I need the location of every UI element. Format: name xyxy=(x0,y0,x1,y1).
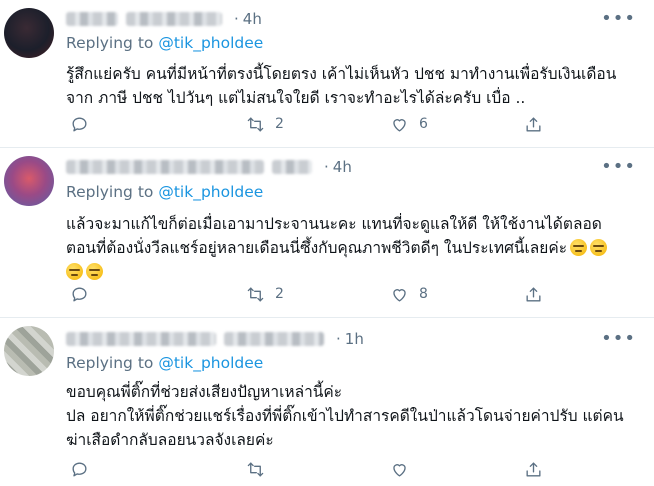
tweet[interactable]: · 4h ••• Replying to @tik_pholdee รู้สึก… xyxy=(0,0,654,148)
share-icon xyxy=(526,116,541,132)
heart-icon xyxy=(393,288,406,302)
tweet-text: แล้วจะมาแก้ไขก็ต่อเมื่อเอามาประจานนะคะ แ… xyxy=(66,212,636,284)
tweet-text-line: ปล อยากให้พี่ติ๊กช่วยแชร์เรื่องที่พี่ติ๊… xyxy=(66,407,624,425)
expressionless-face-icon xyxy=(66,263,83,280)
avatar[interactable] xyxy=(4,8,54,58)
timestamp[interactable]: 1h xyxy=(345,330,364,348)
more-icon[interactable]: ••• xyxy=(601,330,636,348)
retweet-icon xyxy=(247,461,264,477)
reply-handle-link[interactable]: @tik_pholdee xyxy=(158,354,263,372)
reply-icon xyxy=(72,116,87,132)
separator-dot: · xyxy=(234,10,239,28)
like-button[interactable]: 8 xyxy=(390,285,428,304)
tweet-header: · 4h xyxy=(66,156,352,178)
retweet-button[interactable] xyxy=(246,460,275,479)
like-button[interactable] xyxy=(390,460,419,479)
like-button[interactable]: 6 xyxy=(390,115,428,134)
expressionless-face-icon xyxy=(86,263,103,280)
retweet-count: 2 xyxy=(275,286,284,302)
retweet-button[interactable]: 2 xyxy=(246,285,284,304)
username[interactable] xyxy=(224,332,324,346)
retweet-count: 2 xyxy=(275,116,284,132)
reply-handle-link[interactable]: @tik_pholdee xyxy=(158,183,263,201)
share-icon xyxy=(526,461,541,477)
share-button[interactable] xyxy=(524,460,543,479)
display-name[interactable] xyxy=(66,12,118,26)
reply-button[interactable] xyxy=(70,285,89,304)
heart-icon xyxy=(393,463,406,477)
heart-icon xyxy=(393,118,406,132)
tweet-text-line: ขอบคุณพี่ติ๊กที่ช่วยส่งเสียงปัญหาเหล่านี… xyxy=(66,383,343,401)
replying-to-label: Replying to xyxy=(66,183,154,201)
reply-icon xyxy=(72,461,87,477)
like-count: 8 xyxy=(419,286,428,302)
avatar[interactable] xyxy=(4,326,54,376)
tweet-text: รู้สึกแย่ครับ คนที่มีหน้าที่ตรงนี้โดยตรง… xyxy=(66,62,636,110)
tweet-text-line: จาก ภาษี ปชช ไปวันๆ แต่ไม่สนใจใยดี เราจะ… xyxy=(66,89,526,107)
timestamp[interactable]: 4h xyxy=(243,10,262,28)
expressionless-face-icon xyxy=(570,239,588,256)
tweet-header: · 1h xyxy=(66,328,364,350)
replying-to-label: Replying to xyxy=(66,354,154,372)
more-icon[interactable]: ••• xyxy=(601,158,636,176)
tweet-text-line: ฆ่าเสือดำกลับลอยนวลจังเลยค่ะ xyxy=(66,431,274,449)
separator-dot: · xyxy=(336,330,341,348)
replying-to: Replying to @tik_pholdee xyxy=(66,183,263,201)
share-icon xyxy=(526,286,541,302)
tweet-text: ขอบคุณพี่ติ๊กที่ช่วยส่งเสียงปัญหาเหล่านี… xyxy=(66,380,636,452)
retweet-icon xyxy=(247,116,264,132)
share-button[interactable] xyxy=(524,115,543,134)
replying-to: Replying to @tik_pholdee xyxy=(66,34,263,52)
separator-dot: · xyxy=(324,158,329,176)
tweet-text-line: แล้วจะมาแก้ไขก็ต่อเมื่อเอามาประจานนะคะ แ… xyxy=(66,215,602,233)
tweet-text-line: รู้สึกแย่ครับ คนที่มีหน้าที่ตรงนี้โดยตรง… xyxy=(66,65,617,83)
replying-to: Replying to @tik_pholdee xyxy=(66,354,263,372)
retweet-icon xyxy=(247,286,264,302)
tweet-actions: 2 8 xyxy=(66,283,566,305)
tweet-text-segment: ตอนที่ต้องนั่งวีลแชร์อยู่หลายเดือนนี่ซึ้… xyxy=(66,239,568,257)
tweet[interactable]: · 1h ••• Replying to @tik_pholdee ขอบคุณ… xyxy=(0,318,654,486)
display-name[interactable] xyxy=(66,160,264,174)
retweet-button[interactable]: 2 xyxy=(246,115,284,134)
display-name[interactable] xyxy=(66,332,216,346)
tweet[interactable]: · 4h ••• Replying to @tik_pholdee แล้วจะ… xyxy=(0,148,654,318)
share-button[interactable] xyxy=(524,285,543,304)
tweet-text-line xyxy=(66,260,636,284)
avatar[interactable] xyxy=(4,156,54,206)
tweet-header: · 4h xyxy=(66,8,262,30)
tweet-actions xyxy=(66,458,566,480)
like-count: 6 xyxy=(419,116,428,132)
replying-to-label: Replying to xyxy=(66,34,154,52)
tweet-actions: 2 6 xyxy=(66,113,566,135)
reply-feed: · 4h ••• Replying to @tik_pholdee รู้สึก… xyxy=(0,0,654,486)
reply-button[interactable] xyxy=(70,460,89,479)
tweet-text-line: ตอนที่ต้องนั่งวีลแชร์อยู่หลายเดือนนี่ซึ้… xyxy=(66,236,636,260)
timestamp[interactable]: 4h xyxy=(333,158,352,176)
username[interactable] xyxy=(126,12,222,26)
expressionless-face-icon xyxy=(590,239,608,256)
username[interactable] xyxy=(272,160,312,174)
reply-button[interactable] xyxy=(70,115,89,134)
reply-icon xyxy=(72,286,87,302)
reply-handle-link[interactable]: @tik_pholdee xyxy=(158,34,263,52)
more-icon[interactable]: ••• xyxy=(601,10,636,28)
